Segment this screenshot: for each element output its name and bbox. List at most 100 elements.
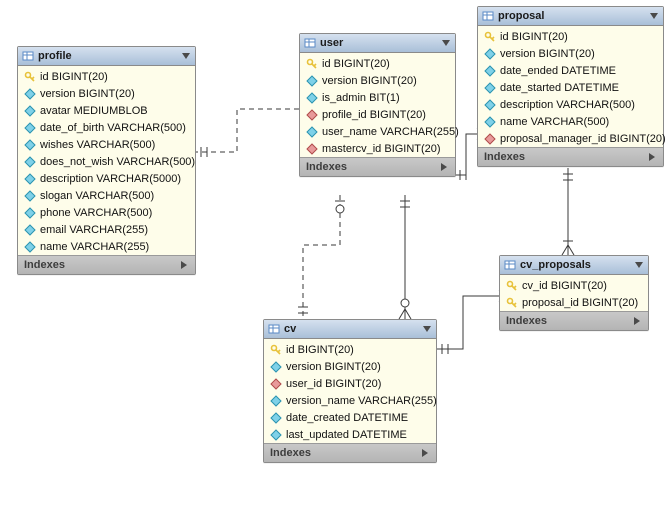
indexes-label: Indexes [24, 259, 179, 271]
column-row[interactable]: proposal_manager_id BIGINT(20) [478, 130, 663, 147]
column-row[interactable]: user_name VARCHAR(255) [300, 123, 455, 140]
column-icon [24, 88, 36, 100]
column-label: phone VARCHAR(500) [40, 207, 152, 219]
column-row[interactable]: email VARCHAR(255) [18, 221, 195, 238]
column-label: id BIGINT(20) [500, 31, 568, 43]
column-row[interactable]: date_started DATETIME [478, 79, 663, 96]
table-profile[interactable]: profile id BIGINT(20) version BIGINT(20) a… [17, 46, 196, 275]
primary-key-icon [506, 280, 518, 292]
column-row[interactable]: is_admin BIT(1) [300, 89, 455, 106]
indexes-section[interactable]: Indexes [18, 255, 195, 274]
column-icon [306, 92, 318, 104]
column-row[interactable]: does_not_wish VARCHAR(500) [18, 153, 195, 170]
column-icon [484, 48, 496, 60]
table-user[interactable]: user id BIGINT(20)version BIGINT(20) is_a… [299, 33, 456, 177]
relation-line-user-cv-mastercv [303, 195, 340, 319]
column-row[interactable]: date_ended DATETIME [478, 62, 663, 79]
column-label: description VARCHAR(500) [500, 99, 635, 111]
table-header[interactable]: cv [264, 320, 436, 339]
primary-key-icon [24, 71, 36, 83]
table-icon [504, 259, 516, 271]
column-icon [24, 190, 36, 202]
column-row[interactable]: version BIGINT(20) [18, 85, 195, 102]
column-label: is_admin BIT(1) [322, 92, 400, 104]
table-cv-proposals[interactable]: cv_proposals cv_id BIGINT(20) proposal_id… [499, 255, 649, 331]
indexes-label: Indexes [306, 161, 439, 173]
column-row[interactable]: last_updated DATETIME [264, 426, 436, 443]
primary-key-icon [484, 31, 496, 43]
column-row[interactable]: version BIGINT(20) [478, 45, 663, 62]
column-icon [270, 361, 282, 373]
column-label: slogan VARCHAR(500) [40, 190, 154, 202]
table-header[interactable]: user [300, 34, 455, 53]
column-row[interactable]: version BIGINT(20) [300, 72, 455, 89]
column-row[interactable]: proposal_id BIGINT(20) [500, 294, 648, 311]
column-label: wishes VARCHAR(500) [40, 139, 155, 151]
table-header[interactable]: cv_proposals [500, 256, 648, 275]
column-row[interactable]: version BIGINT(20) [264, 358, 436, 375]
column-row[interactable]: cv_id BIGINT(20) [500, 277, 648, 294]
collapse-icon[interactable] [634, 260, 644, 270]
table-cv[interactable]: cv id BIGINT(20) version BIGINT(20) user_i… [263, 319, 437, 463]
relation-line-cvproposals-cv [436, 296, 499, 349]
column-row[interactable]: description VARCHAR(5000) [18, 170, 195, 187]
indexes-section[interactable]: Indexes [300, 157, 455, 176]
column-icon [306, 126, 318, 138]
collapse-icon[interactable] [181, 51, 191, 61]
column-label: date_created DATETIME [286, 412, 408, 424]
table-title: proposal [498, 10, 649, 22]
column-label: profile_id BIGINT(20) [322, 109, 426, 121]
column-row[interactable]: id BIGINT(20) [18, 68, 195, 85]
column-icon [24, 224, 36, 236]
column-label: name VARCHAR(255) [40, 241, 149, 253]
column-row[interactable]: wishes VARCHAR(500) [18, 136, 195, 153]
chevron-right-icon [439, 162, 449, 172]
foreign-key-icon [306, 109, 318, 121]
indexes-section[interactable]: Indexes [500, 311, 648, 330]
indexes-section[interactable]: Indexes [264, 443, 436, 462]
indexes-section[interactable]: Indexes [478, 147, 663, 166]
chevron-right-icon [179, 260, 189, 270]
column-row[interactable]: date_created DATETIME [264, 409, 436, 426]
column-row[interactable]: description VARCHAR(500) [478, 96, 663, 113]
column-row[interactable]: name VARCHAR(255) [18, 238, 195, 255]
table-proposal[interactable]: proposal id BIGINT(20) version BIGINT(20)… [477, 6, 664, 167]
column-label: version BIGINT(20) [286, 361, 381, 373]
collapse-icon[interactable] [649, 11, 659, 21]
column-row[interactable]: mastercv_id BIGINT(20) [300, 140, 455, 157]
collapse-icon[interactable] [422, 324, 432, 334]
column-row[interactable]: date_of_birth VARCHAR(500) [18, 119, 195, 136]
column-label: proposal_id BIGINT(20) [522, 297, 638, 309]
column-label: date_of_birth VARCHAR(500) [40, 122, 186, 134]
column-row[interactable]: slogan VARCHAR(500) [18, 187, 195, 204]
column-icon [270, 412, 282, 424]
table-header[interactable]: profile [18, 47, 195, 66]
column-label: user_name VARCHAR(255) [322, 126, 459, 138]
columns-list: cv_id BIGINT(20) proposal_id BIGINT(20) [500, 275, 648, 311]
column-row[interactable]: avatar MEDIUMBLOB [18, 102, 195, 119]
column-row[interactable]: profile_id BIGINT(20) [300, 106, 455, 123]
primary-key-icon [306, 58, 318, 70]
table-title: profile [38, 50, 181, 62]
column-icon [24, 105, 36, 117]
column-row[interactable]: version_name VARCHAR(255) [264, 392, 436, 409]
column-row[interactable]: phone VARCHAR(500) [18, 204, 195, 221]
column-row[interactable]: id BIGINT(20) [478, 28, 663, 45]
column-icon [24, 139, 36, 151]
table-icon [22, 50, 34, 62]
column-label: version BIGINT(20) [500, 48, 595, 60]
table-icon [268, 323, 280, 335]
column-row[interactable]: id BIGINT(20) [300, 55, 455, 72]
collapse-icon[interactable] [441, 38, 451, 48]
column-row[interactable]: name VARCHAR(500) [478, 113, 663, 130]
column-icon [24, 122, 36, 134]
column-label: version BIGINT(20) [40, 88, 135, 100]
column-label: avatar MEDIUMBLOB [40, 105, 148, 117]
column-icon [24, 241, 36, 253]
columns-list: id BIGINT(20) version BIGINT(20) date_ende… [478, 26, 663, 147]
column-icon [24, 156, 36, 168]
column-row[interactable]: user_id BIGINT(20) [264, 375, 436, 392]
table-header[interactable]: proposal [478, 7, 663, 26]
column-row[interactable]: id BIGINT(20) [264, 341, 436, 358]
column-icon [24, 173, 36, 185]
